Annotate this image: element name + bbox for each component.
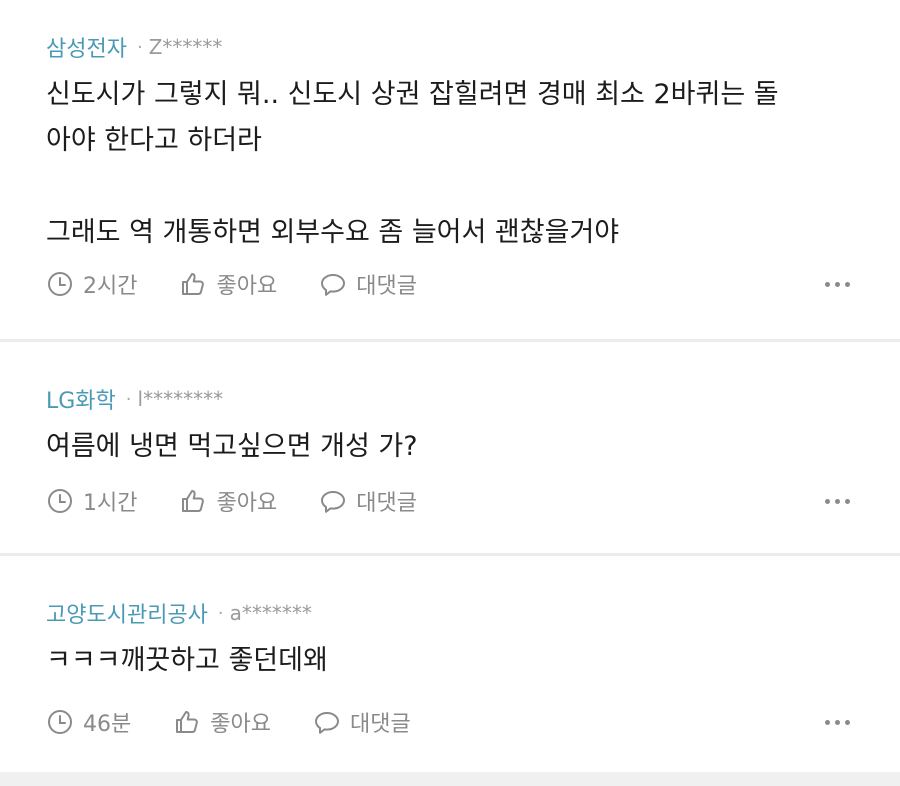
- like-label: 좋아요: [210, 712, 271, 737]
- list-bottom-band: [0, 772, 900, 786]
- comment-time: 2시간: [46, 268, 137, 300]
- like-button[interactable]: 좋아요: [173, 706, 271, 738]
- comment-time: 46분: [46, 706, 131, 738]
- comment-user-id: l********: [137, 387, 224, 411]
- comment-time-label: 1시간: [83, 491, 138, 516]
- comment-line: 여름에 냉면 먹고싶으면 개성 가?: [46, 431, 418, 462]
- clock-icon: [48, 272, 72, 296]
- reply-button[interactable]: 대댓글: [313, 706, 411, 738]
- reply-button[interactable]: 대댓글: [319, 268, 417, 300]
- comment-meta: 고양도시관리공사 · a*******: [46, 596, 854, 630]
- reply-label: 대댓글: [349, 712, 411, 737]
- thumbs-up-icon: [176, 711, 199, 733]
- comment-time: 1시간: [46, 485, 137, 517]
- more-dots-icon: [825, 281, 830, 287]
- comment-time-label: 46분: [83, 712, 132, 737]
- speech-bubble-icon: [314, 712, 339, 734]
- thumbs-up-icon: [182, 490, 205, 512]
- comment-body: 여름에 냉면 먹고싶으면 개성 가?: [46, 424, 854, 470]
- comment-time-label: 2시간: [83, 274, 138, 299]
- comment-line: 아야 한다고 하더라: [46, 125, 262, 156]
- meta-separator: ·: [136, 36, 143, 58]
- clock-icon: [48, 710, 72, 734]
- more-dots-icon: [845, 281, 850, 287]
- like-button[interactable]: 좋아요: [179, 268, 277, 300]
- reply-label: 대댓글: [356, 274, 417, 299]
- more-dots-icon: [845, 719, 850, 725]
- comment-actions: 1시간 좋아요 대댓글: [46, 483, 854, 519]
- more-button[interactable]: [825, 498, 854, 504]
- comment-user-id: a*******: [229, 601, 312, 625]
- comment-item: 삼성전자 · Z****** 신도시가 그렇지 뭐.. 신도시 상권 잡힐려면 …: [0, 0, 900, 339]
- more-dots-icon: [835, 719, 840, 725]
- comment-item: 고양도시관리공사 · a******* ㅋㅋㅋ깨끗하고 좋던데왜 46분 좋아요…: [0, 556, 900, 774]
- more-dots-icon: [825, 719, 830, 725]
- comment-item: LG화학 · l******** 여름에 냉면 먹고싶으면 개성 가? 1시간 …: [0, 342, 900, 553]
- comment-meta: 삼성전자 · Z******: [46, 30, 854, 64]
- comment-author[interactable]: LG화학: [46, 383, 116, 415]
- like-button[interactable]: 좋아요: [179, 485, 277, 517]
- more-button[interactable]: [825, 281, 854, 287]
- like-label: 좋아요: [216, 274, 278, 299]
- more-button[interactable]: [825, 719, 854, 725]
- comment-author[interactable]: 삼성전자: [46, 31, 127, 63]
- comment-user-id: Z******: [148, 35, 223, 59]
- comment-meta: LG화학 · l********: [46, 382, 854, 416]
- comment-body: 신도시가 그렇지 뭐.. 신도시 상권 잡힐려면 경매 최소 2바퀴는 돌 아야…: [46, 72, 854, 256]
- reply-button[interactable]: 대댓글: [319, 485, 417, 517]
- meta-separator: ·: [125, 388, 132, 410]
- clock-icon: [48, 489, 72, 513]
- thumbs-up-icon: [182, 273, 205, 295]
- comment-author[interactable]: 고양도시관리공사: [46, 597, 208, 629]
- comment-line: ㅋㅋㅋ깨끗하고 좋던데왜: [46, 645, 328, 676]
- comment-body: ㅋㅋㅋ깨끗하고 좋던데왜: [46, 638, 854, 684]
- more-dots-icon: [835, 498, 840, 504]
- speech-bubble-icon: [321, 491, 346, 513]
- more-dots-icon: [845, 498, 850, 504]
- like-label: 좋아요: [216, 491, 278, 516]
- comment-actions: 2시간 좋아요 대댓글: [46, 266, 854, 302]
- comment-blank-line: [46, 164, 854, 210]
- reply-label: 대댓글: [356, 491, 417, 516]
- more-dots-icon: [825, 498, 830, 504]
- more-dots-icon: [835, 281, 840, 287]
- meta-separator: ·: [217, 602, 224, 624]
- speech-bubble-icon: [321, 274, 346, 296]
- comment-actions: 46분 좋아요 대댓글: [46, 704, 854, 740]
- comment-line: 그래도 역 개통하면 외부수요 좀 늘어서 괜찮을거야: [46, 217, 620, 248]
- comment-line: 신도시가 그렇지 뭐.. 신도시 상권 잡힐려면 경매 최소 2바퀴는 돌: [46, 79, 779, 110]
